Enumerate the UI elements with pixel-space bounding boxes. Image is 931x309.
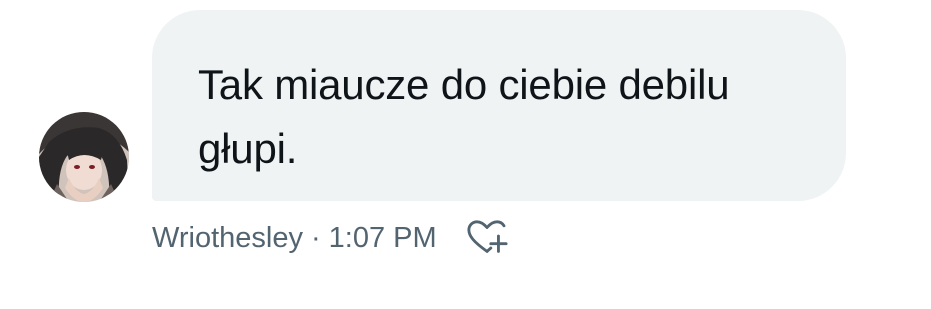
message-bubble[interactable]: Tak miaucze do ciebie debilu głupi. (152, 10, 846, 201)
meta-separator: · (310, 221, 321, 254)
message-text: Tak miaucze do ciebie debilu głupi. (198, 61, 730, 172)
add-reaction-button[interactable] (465, 218, 509, 258)
message-meta: Wriothesley · 1:07 PM (152, 218, 509, 258)
message-time: 1:07 PM (328, 221, 437, 254)
sender-name[interactable]: Wriothesley (152, 222, 303, 255)
avatar-image (39, 112, 129, 202)
heart-plus-icon (467, 220, 508, 253)
avatar[interactable] (39, 112, 129, 202)
